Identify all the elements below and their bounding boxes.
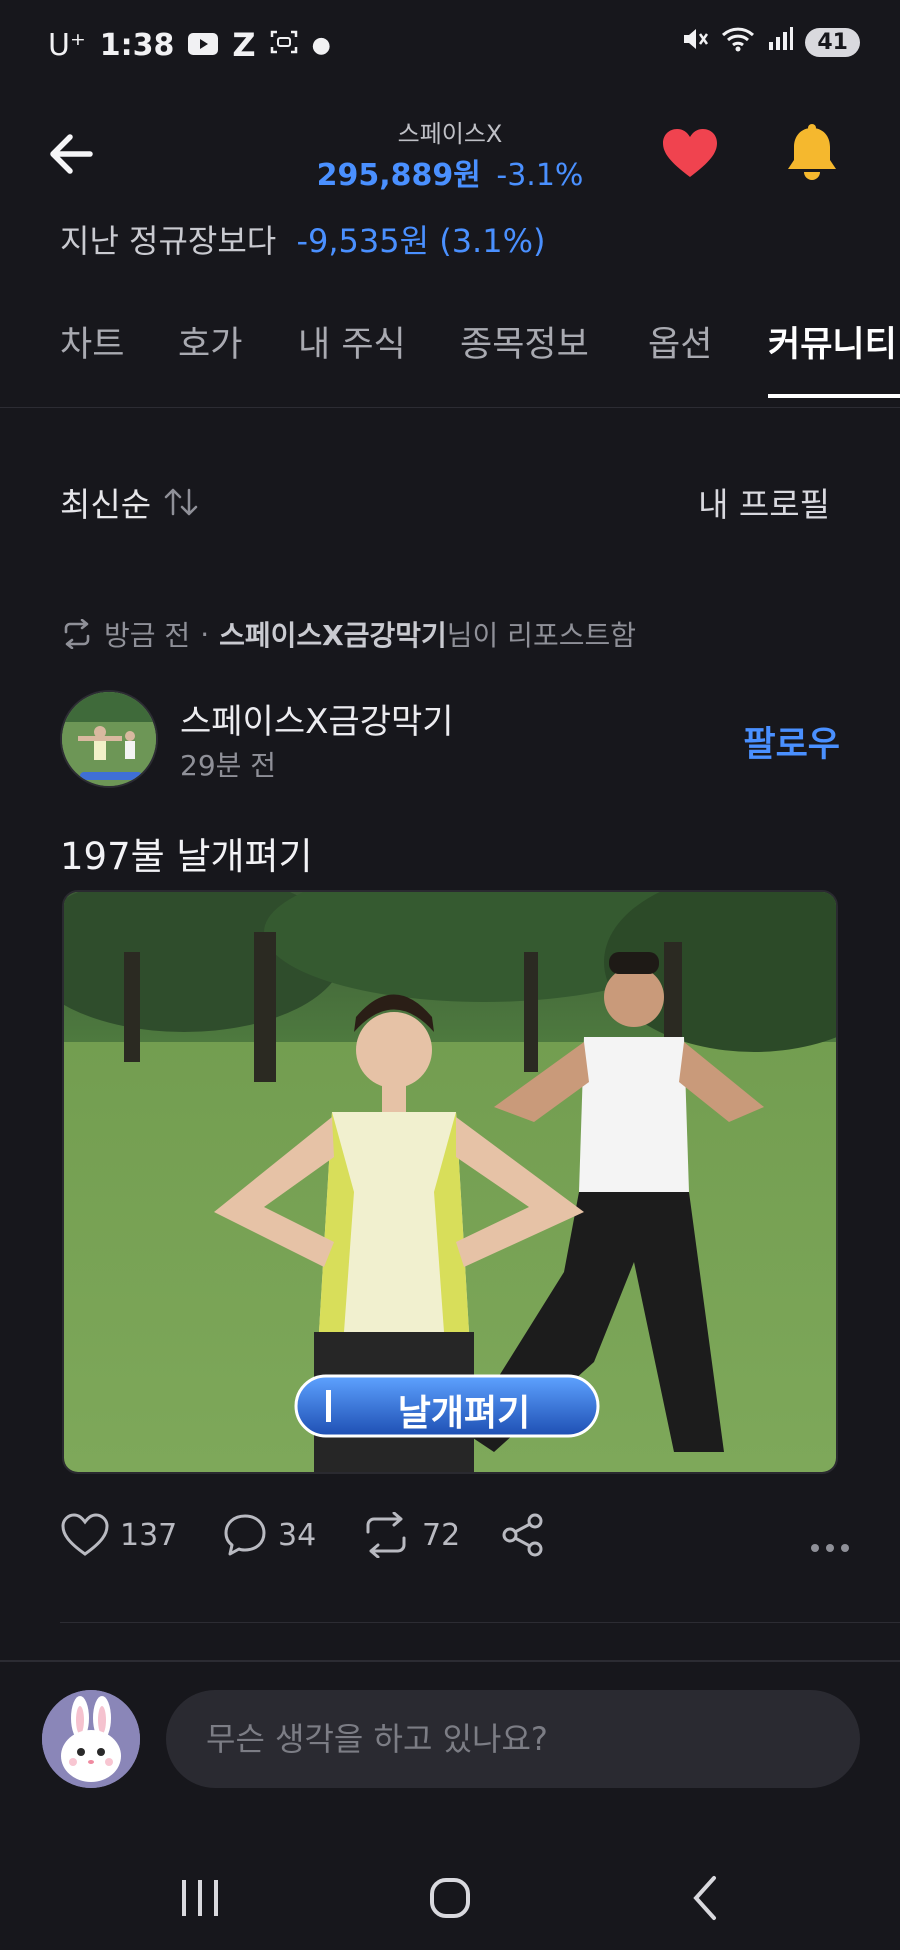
- post-image[interactable]: 날개펴기: [62, 890, 838, 1474]
- comment-count: 34: [278, 1517, 317, 1553]
- more-dots-icon: [811, 1544, 849, 1552]
- stock-change: -3.1%: [496, 158, 584, 193]
- tab-my-stock[interactable]: 내 주식: [298, 316, 406, 367]
- share-icon: [502, 1513, 543, 1557]
- home-button[interactable]: [410, 1868, 490, 1928]
- post-text: 197불 날개펴기: [60, 835, 313, 878]
- repost-button[interactable]: 72: [360, 1512, 460, 1558]
- notification-dot-icon: ●: [311, 32, 331, 58]
- my-avatar[interactable]: [42, 1690, 140, 1788]
- heart-outline-icon: [61, 1513, 109, 1556]
- active-tab-indicator: [768, 394, 900, 398]
- repost-action-icon: [366, 1512, 406, 1558]
- sort-button[interactable]: 최신순: [60, 478, 199, 526]
- carrier-label: U⁺: [48, 27, 86, 63]
- stock-name: 스페이스X: [397, 120, 503, 148]
- more-options-button[interactable]: [810, 1522, 850, 1562]
- recent-apps-button[interactable]: [160, 1868, 240, 1928]
- app-z-icon: Z: [232, 26, 256, 64]
- comment-button[interactable]: 34: [222, 1512, 316, 1558]
- compare-value: -9,535원 (3.1%): [296, 222, 546, 260]
- comment-icon: [224, 1514, 266, 1556]
- repost-count: 72: [422, 1517, 461, 1553]
- battery-indicator: 41: [805, 28, 860, 57]
- tab-orderbook[interactable]: 호가: [178, 316, 242, 367]
- author-avatar[interactable]: [60, 690, 158, 788]
- screenshot-icon: [270, 28, 298, 63]
- sort-label: 최신순: [60, 485, 152, 524]
- composer-divider: [0, 1660, 900, 1662]
- repost-icon: [64, 619, 90, 649]
- my-profile-link[interactable]: 내 프로필: [698, 478, 830, 526]
- system-nav-bar: [0, 1850, 900, 1950]
- tab-stock-info[interactable]: 종목정보: [460, 316, 589, 367]
- home-icon: [430, 1878, 470, 1918]
- tab-chart[interactable]: 차트: [60, 316, 124, 367]
- author-avatar-image: [62, 692, 156, 786]
- repost-suffix: 님이 리포스트함: [446, 619, 636, 652]
- recent-apps-icon: [182, 1880, 218, 1916]
- stock-price: 295,889원: [316, 158, 481, 193]
- signal-icon: [767, 26, 794, 59]
- post-divider: [60, 1622, 900, 1623]
- sort-arrows-icon: [164, 488, 198, 516]
- wifi-icon: [721, 26, 755, 59]
- chevron-left-icon: [693, 1876, 716, 1920]
- favorite-button[interactable]: [660, 124, 720, 184]
- post-composer-input[interactable]: [166, 1690, 860, 1788]
- youtube-icon: [188, 28, 219, 63]
- status-bar: U⁺ 1:38 Z ● 41: [0, 0, 900, 96]
- tab-options[interactable]: 옵션: [648, 316, 712, 367]
- bunny-avatar-icon: [42, 1690, 140, 1788]
- tab-bar: 차트 호가 내 주식 종목정보 옵션 커뮤니티: [0, 316, 900, 408]
- image-caption: 날개펴기: [397, 1393, 531, 1434]
- price-comparison: 지난 정규장보다 -9,535원 (3.1%): [60, 216, 545, 262]
- repost-indicator: 방금 전 · 스페이스X금강막기님이 리포스트함: [60, 614, 636, 654]
- repost-time: 방금 전: [104, 619, 191, 652]
- alert-button[interactable]: [780, 122, 844, 186]
- post-actions: 137 34 72: [60, 1512, 850, 1568]
- clock: 1:38: [99, 27, 175, 63]
- repost-user[interactable]: 스페이스X금강막기: [219, 619, 447, 652]
- share-button[interactable]: [500, 1512, 546, 1558]
- system-back-button[interactable]: [664, 1868, 744, 1928]
- follow-button[interactable]: 팔로우: [743, 716, 840, 767]
- post-time: 29분 전: [180, 749, 277, 782]
- author-name[interactable]: 스페이스X금강막기: [180, 694, 454, 743]
- separator-dot: ·: [200, 617, 210, 651]
- bell-icon: [788, 124, 836, 180]
- like-count: 137: [120, 1517, 178, 1553]
- compare-label: 지난 정규장보다: [60, 222, 277, 260]
- like-button[interactable]: 137: [60, 1512, 177, 1558]
- heart-icon: [663, 129, 717, 177]
- mute-icon: [681, 26, 709, 59]
- stock-price-row: 295,889원 -3.1%: [0, 150, 900, 194]
- tab-community[interactable]: 커뮤니티: [768, 316, 897, 367]
